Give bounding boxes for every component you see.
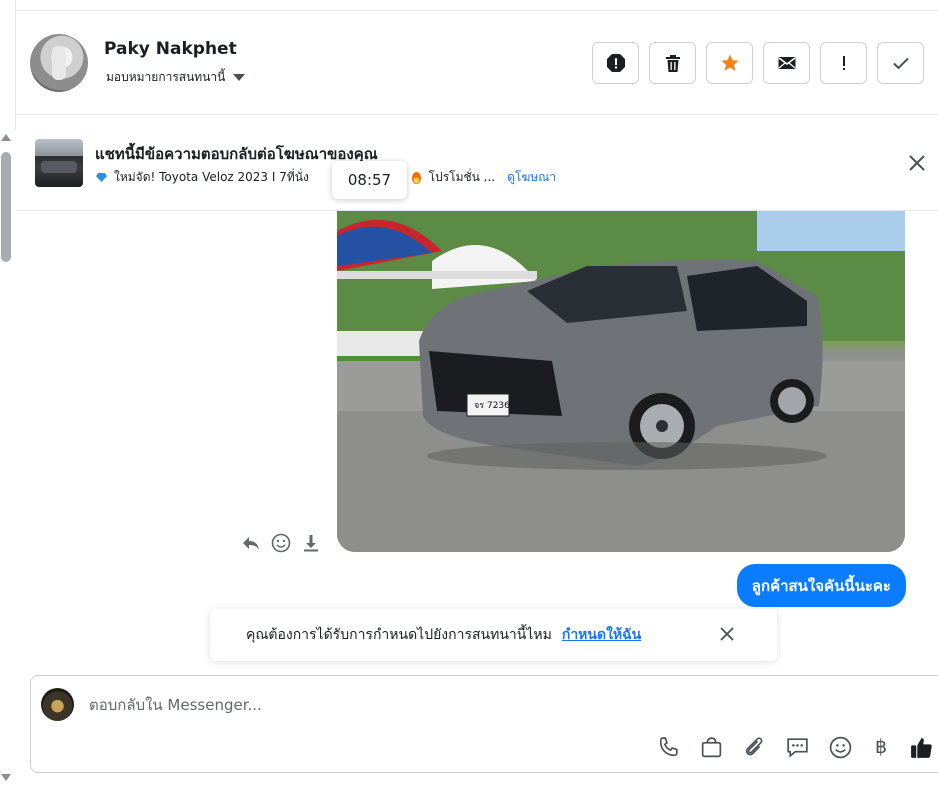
attachment-icon[interactable]: [742, 735, 767, 760]
fire-icon: [411, 171, 421, 184]
emoji-react-icon[interactable]: [271, 533, 291, 553]
envelope-icon: [778, 57, 795, 69]
scrollbar[interactable]: [0, 128, 12, 785]
exclamation-icon: [842, 56, 845, 70]
assign-prompt-text: คุณต้องการได้รับการกำหนดไปยังการสนทนานี้…: [246, 627, 552, 643]
outgoing-message-bubble[interactable]: ลูกค้าสนใจคันนี้นะคะ: [736, 564, 906, 607]
message-composer: ฿: [30, 675, 938, 773]
check-icon: [892, 57, 909, 70]
download-icon[interactable]: [301, 533, 321, 553]
assign-label: มอบหมายการสนทนานี้: [106, 70, 226, 84]
timestamp-tooltip: 08:57: [332, 161, 407, 199]
header-actions: [592, 42, 924, 84]
saved-replies-icon[interactable]: [785, 735, 810, 760]
reply-icon[interactable]: [241, 533, 261, 553]
ad-banner-subtitle: ใหม่จัด! Toyota Veloz 2023 I 7ที่นั่ง ! …: [96, 168, 556, 187]
close-icon[interactable]: [717, 624, 737, 644]
ad-subtitle-text: ใหม่จัด! Toyota Veloz 2023 I 7ที่นั่ง: [114, 170, 309, 184]
close-icon[interactable]: [906, 152, 928, 174]
assign-to-me-link[interactable]: กำหนดให้ฉัน: [562, 624, 641, 646]
reply-input[interactable]: [89, 690, 609, 720]
scroll-up-arrow-icon[interactable]: [1, 134, 11, 141]
messenger-inbox-window: Paky Nakphet มอบหมายการสนทนานี้ แชทนี้มี…: [0, 0, 938, 785]
avatar[interactable]: [30, 34, 88, 92]
star-button[interactable]: [706, 42, 753, 84]
view-ad-link[interactable]: ดูโฆษณา: [507, 168, 556, 187]
ad-reply-banner: แชทนี้มีข้อความตอบกลับต่อโฆษณาของคุณ ใหม…: [16, 116, 938, 211]
ad-thumbnail[interactable]: [35, 139, 83, 187]
page-avatar: [41, 688, 74, 721]
thumbs-up-icon[interactable]: [909, 735, 934, 760]
assign-prompt: คุณต้องการได้รับการกำหนดไปยังการสนทนานี้…: [210, 609, 777, 661]
payment-icon[interactable]: ฿: [871, 735, 891, 760]
star-icon: [720, 54, 739, 71]
message-actions: [241, 533, 321, 553]
contact-name[interactable]: Paky Nakphet: [104, 39, 237, 59]
trash-icon: [665, 55, 680, 72]
phone-icon[interactable]: [656, 735, 681, 760]
ad-subtitle-text: โปรโมชั่น ...: [428, 170, 496, 184]
delete-button[interactable]: [649, 42, 696, 84]
emoji-icon[interactable]: [828, 735, 853, 760]
spam-button[interactable]: [592, 42, 639, 84]
mark-done-button[interactable]: [877, 42, 924, 84]
conversation-header: Paky Nakphet มอบหมายการสนทนานี้: [16, 11, 938, 115]
scroll-down-arrow-icon[interactable]: [1, 774, 11, 781]
car-photo: จร 7236: [337, 211, 905, 552]
chevron-down-icon: [233, 74, 246, 81]
image-attachment[interactable]: จร 7236: [337, 211, 905, 552]
svg-text:จร 7236: จร 7236: [474, 401, 510, 411]
mark-unread-button[interactable]: [763, 42, 810, 84]
composer-toolbar: ฿: [656, 735, 934, 760]
assign-conversation-dropdown[interactable]: มอบหมายการสนทนานี้: [106, 68, 246, 87]
alert-circle-icon: [606, 54, 625, 72]
scrollbar-thumb[interactable]: [1, 152, 11, 262]
shopping-bag-icon[interactable]: [699, 735, 724, 760]
follow-up-button[interactable]: [820, 42, 867, 84]
diamond-icon: [96, 173, 107, 182]
